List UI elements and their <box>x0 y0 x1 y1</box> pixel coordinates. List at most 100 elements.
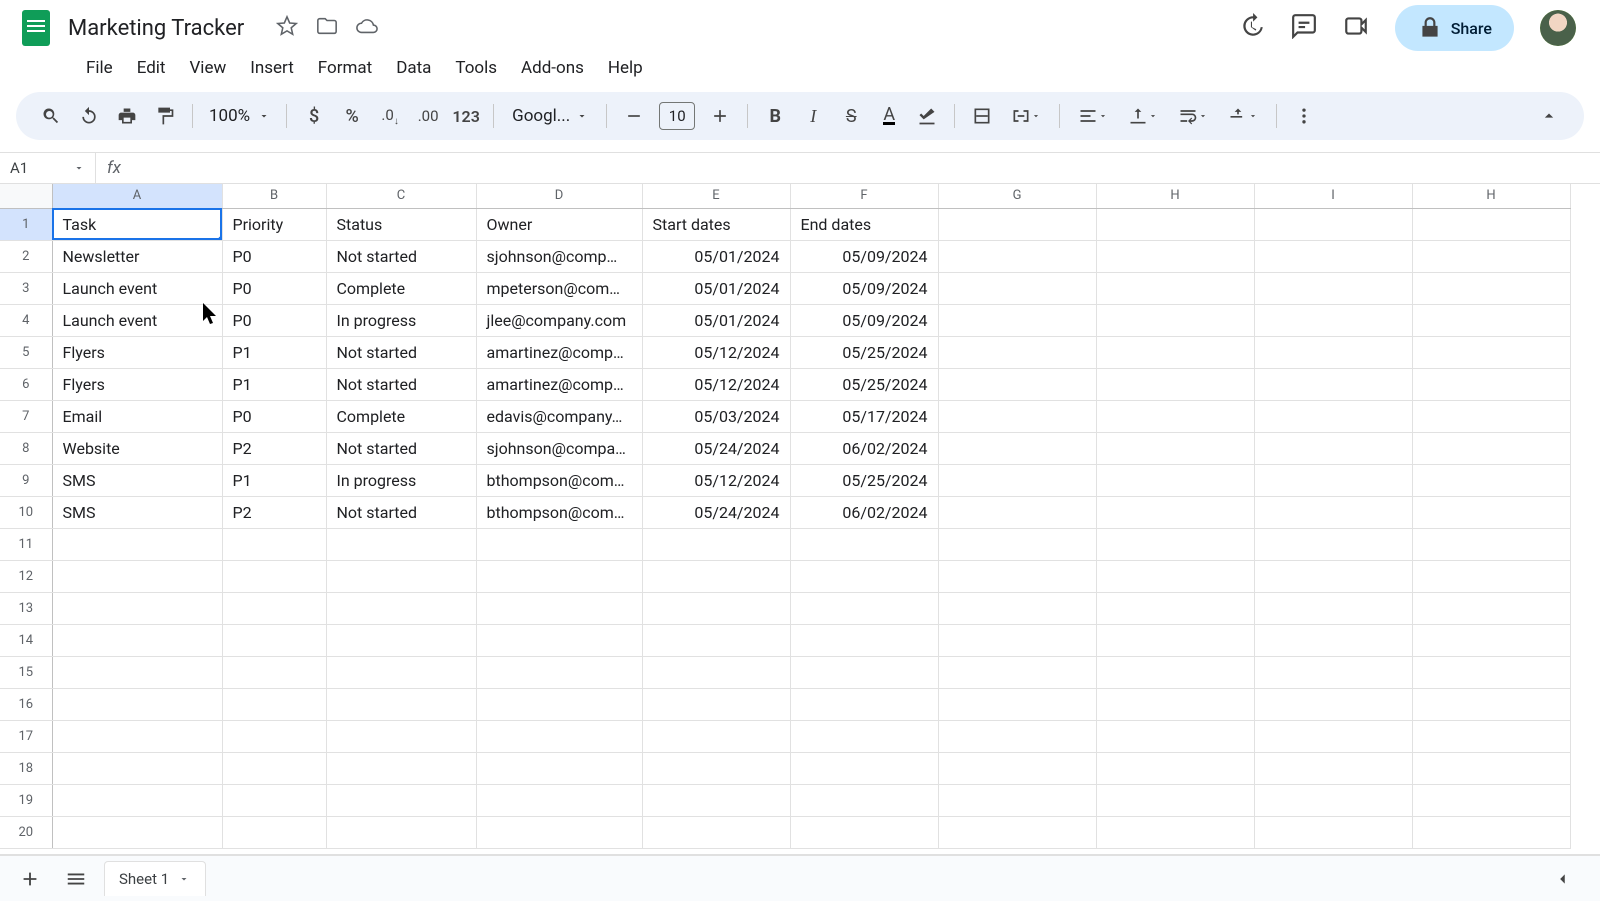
cell-G4[interactable] <box>938 304 1096 336</box>
cell-F8[interactable]: 06/02/2024 <box>790 432 938 464</box>
cell-F20[interactable] <box>790 816 938 848</box>
col-header-I[interactable]: I <box>1254 184 1412 208</box>
cell-D13[interactable] <box>476 592 642 624</box>
cell-G17[interactable] <box>938 720 1096 752</box>
increase-decimal-button[interactable]: .00 <box>411 99 445 133</box>
cell-E2[interactable]: 05/01/2024 <box>642 240 790 272</box>
cell-C9[interactable]: In progress <box>326 464 476 496</box>
cell-E12[interactable] <box>642 560 790 592</box>
cell-A15[interactable] <box>52 656 222 688</box>
cell-F4[interactable]: 05/09/2024 <box>790 304 938 336</box>
cell-H14[interactable] <box>1096 624 1254 656</box>
cell-E13[interactable] <box>642 592 790 624</box>
cell-F17[interactable] <box>790 720 938 752</box>
cell-A8[interactable]: Website <box>52 432 222 464</box>
cell-D7[interactable]: edavis@company… <box>476 400 642 432</box>
cell-D18[interactable] <box>476 752 642 784</box>
col-header-A[interactable]: A <box>52 184 222 208</box>
cell-E6[interactable]: 05/12/2024 <box>642 368 790 400</box>
cell-C5[interactable]: Not started <box>326 336 476 368</box>
cell-C16[interactable] <box>326 688 476 720</box>
cell-I20[interactable] <box>1254 816 1412 848</box>
cell-G14[interactable] <box>938 624 1096 656</box>
menu-help[interactable]: Help <box>598 54 653 82</box>
cell-A20[interactable] <box>52 816 222 848</box>
strikethrough-button[interactable]: S <box>834 99 868 133</box>
cell-G5[interactable] <box>938 336 1096 368</box>
cell-D1[interactable]: Owner <box>476 208 642 240</box>
text-wrap-button[interactable] <box>1170 99 1216 133</box>
cell-I19[interactable] <box>1254 784 1412 816</box>
cell-C4[interactable]: In progress <box>326 304 476 336</box>
cell-H7[interactable] <box>1412 400 1570 432</box>
cell-B2[interactable]: P0 <box>222 240 326 272</box>
row-header-20[interactable]: 20 <box>0 816 52 848</box>
cell-F12[interactable] <box>790 560 938 592</box>
cell-A17[interactable] <box>52 720 222 752</box>
decrease-font-size-button[interactable] <box>617 99 651 133</box>
cell-B17[interactable] <box>222 720 326 752</box>
cell-D12[interactable] <box>476 560 642 592</box>
cell-H1[interactable] <box>1412 208 1570 240</box>
cell-C2[interactable]: Not started <box>326 240 476 272</box>
cell-D2[interactable]: sjohnson@comp… <box>476 240 642 272</box>
search-icon[interactable] <box>34 99 68 133</box>
cell-A10[interactable]: SMS <box>52 496 222 528</box>
cell-H15[interactable] <box>1096 656 1254 688</box>
cell-F10[interactable]: 06/02/2024 <box>790 496 938 528</box>
cell-I17[interactable] <box>1254 720 1412 752</box>
row-header-3[interactable]: 3 <box>0 272 52 304</box>
cell-C1[interactable]: Status <box>326 208 476 240</box>
merge-cells-button[interactable] <box>1003 99 1049 133</box>
cloud-status-icon[interactable] <box>356 15 378 41</box>
cell-F19[interactable] <box>790 784 938 816</box>
row-header-11[interactable]: 11 <box>0 528 52 560</box>
cell-H16[interactable] <box>1096 688 1254 720</box>
cell-E5[interactable]: 05/12/2024 <box>642 336 790 368</box>
cell-I3[interactable] <box>1254 272 1412 304</box>
cell-E15[interactable] <box>642 656 790 688</box>
font-size-input[interactable]: 10 <box>659 102 695 130</box>
menu-tools[interactable]: Tools <box>445 54 507 82</box>
cell-G1[interactable] <box>938 208 1096 240</box>
cell-E4[interactable]: 05/01/2024 <box>642 304 790 336</box>
cell-D20[interactable] <box>476 816 642 848</box>
formula-bar[interactable] <box>132 153 1600 183</box>
cell-H11[interactable] <box>1096 528 1254 560</box>
undo-button[interactable] <box>72 99 106 133</box>
account-avatar[interactable] <box>1540 10 1576 46</box>
cell-C8[interactable]: Not started <box>326 432 476 464</box>
cell-A19[interactable] <box>52 784 222 816</box>
cell-E7[interactable]: 05/03/2024 <box>642 400 790 432</box>
menu-view[interactable]: View <box>179 54 236 82</box>
fill-color-button[interactable] <box>910 99 944 133</box>
cell-B7[interactable]: P0 <box>222 400 326 432</box>
cell-I2[interactable] <box>1254 240 1412 272</box>
row-header-12[interactable]: 12 <box>0 560 52 592</box>
row-header-9[interactable]: 9 <box>0 464 52 496</box>
cell-H8[interactable] <box>1096 432 1254 464</box>
row-header-17[interactable]: 17 <box>0 720 52 752</box>
explore-button[interactable] <box>1544 861 1580 897</box>
cell-C11[interactable] <box>326 528 476 560</box>
cell-D10[interactable]: bthompson@com… <box>476 496 642 528</box>
cell-I10[interactable] <box>1254 496 1412 528</box>
cell-B18[interactable] <box>222 752 326 784</box>
menu-file[interactable]: File <box>76 54 123 82</box>
meet-icon[interactable] <box>1343 13 1369 43</box>
cell-H9[interactable] <box>1096 464 1254 496</box>
row-header-16[interactable]: 16 <box>0 688 52 720</box>
cell-B10[interactable]: P2 <box>222 496 326 528</box>
cell-D19[interactable] <box>476 784 642 816</box>
cell-C20[interactable] <box>326 816 476 848</box>
cell-B15[interactable] <box>222 656 326 688</box>
cell-B11[interactable] <box>222 528 326 560</box>
cell-I14[interactable] <box>1254 624 1412 656</box>
cell-B13[interactable] <box>222 592 326 624</box>
row-header-10[interactable]: 10 <box>0 496 52 528</box>
cell-A14[interactable] <box>52 624 222 656</box>
col-header-H[interactable]: H <box>1412 184 1570 208</box>
cell-D4[interactable]: jlee@company.com <box>476 304 642 336</box>
cell-B19[interactable] <box>222 784 326 816</box>
row-header-13[interactable]: 13 <box>0 592 52 624</box>
